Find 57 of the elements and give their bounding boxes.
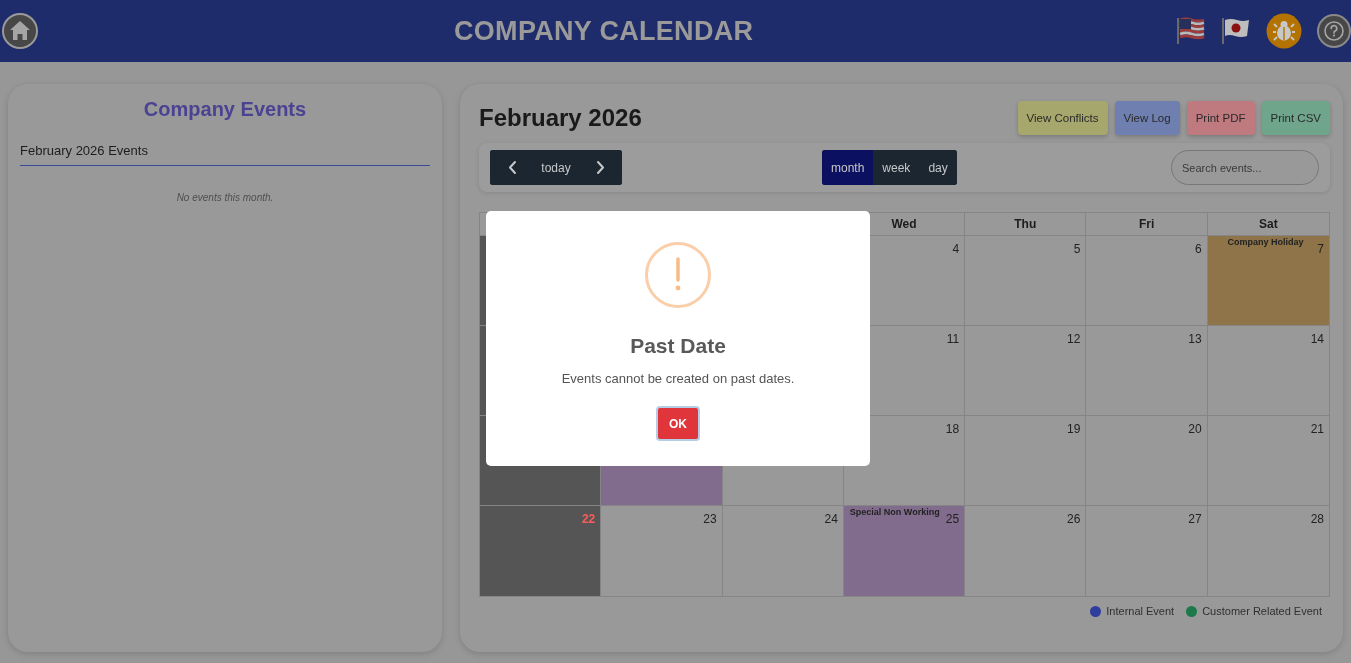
event-label[interactable]: Special Non Working (849, 507, 946, 517)
event-label[interactable]: Company Holiday (1213, 237, 1318, 247)
search-field[interactable]: Search events... (1171, 150, 1319, 185)
date-number: 13 (1188, 332, 1202, 346)
date-number: 23 (703, 512, 717, 526)
date-number: 20 (1188, 422, 1202, 436)
dialog-message: Events cannot be created on past dates. (561, 371, 795, 386)
japan-flag-icon[interactable] (1221, 17, 1251, 45)
date-number: 19 (1067, 422, 1081, 436)
date-number: 21 (1310, 422, 1324, 436)
weekday-header: Thu (1014, 217, 1037, 231)
day-cell[interactable]: 20 (1086, 416, 1208, 506)
day-cell[interactable]: 6 (1086, 236, 1208, 326)
date-number: 27 (1188, 512, 1202, 526)
date-number: 6 (1195, 242, 1202, 256)
date-number: 4 (952, 242, 960, 256)
date-number: 14 (1310, 332, 1324, 346)
date-number: 5 (1073, 242, 1081, 256)
legend-label: Customer Related Event (1202, 605, 1322, 617)
action-button[interactable]: View Log (1114, 101, 1180, 135)
app-title: COMPANY CALENDAR (454, 15, 754, 47)
chevron-right-icon (594, 160, 606, 175)
weekday-header: Sat (1259, 217, 1278, 231)
action-button[interactable]: Print CSV (1261, 101, 1330, 135)
date-number: 11 (946, 332, 960, 346)
chevron-left-icon (506, 160, 518, 175)
legend-label: Internal Event (1106, 605, 1175, 617)
empty-message: No events this month. (176, 192, 274, 203)
action-button[interactable]: Print PDF (1186, 101, 1255, 135)
date-number: 25 (945, 512, 960, 526)
dialog-title: Past Date (630, 334, 726, 358)
month-heading: February 2026 Events (20, 143, 430, 166)
day-cell[interactable]: 12 (965, 326, 1087, 416)
weekday-header: Fri (1138, 217, 1155, 231)
day-cell[interactable]: 13 (1086, 326, 1208, 416)
us-flag-icon[interactable] (1176, 17, 1206, 45)
day-cell[interactable]: 19 (965, 416, 1087, 506)
ok-button[interactable]: OK (656, 406, 700, 441)
date-number: 26 (1067, 512, 1081, 526)
calendar-title: February 2026 (479, 104, 642, 132)
day-cell[interactable]: 5 (965, 236, 1087, 326)
home-icon[interactable] (2, 13, 38, 49)
date-number: 24 (824, 512, 838, 526)
panel-title: Company Events (143, 98, 307, 121)
view-tab[interactable]: month (822, 150, 874, 185)
date-number: 22 (581, 512, 596, 526)
bug-icon[interactable] (1266, 13, 1302, 49)
help-icon[interactable] (1317, 14, 1351, 48)
weekday-header: Wed (891, 217, 917, 231)
day-cell[interactable]: Special Non Working 25 (843, 506, 966, 596)
date-number: 28 (1310, 512, 1324, 526)
date-number: 12 (1067, 332, 1081, 346)
date-number: 18 (945, 422, 960, 436)
date-number: 7 (1317, 242, 1324, 256)
action-button[interactable]: View Conflicts (1017, 101, 1108, 135)
warning-icon (645, 242, 711, 308)
day-cell[interactable]: Company Holiday 7 (1207, 236, 1329, 326)
